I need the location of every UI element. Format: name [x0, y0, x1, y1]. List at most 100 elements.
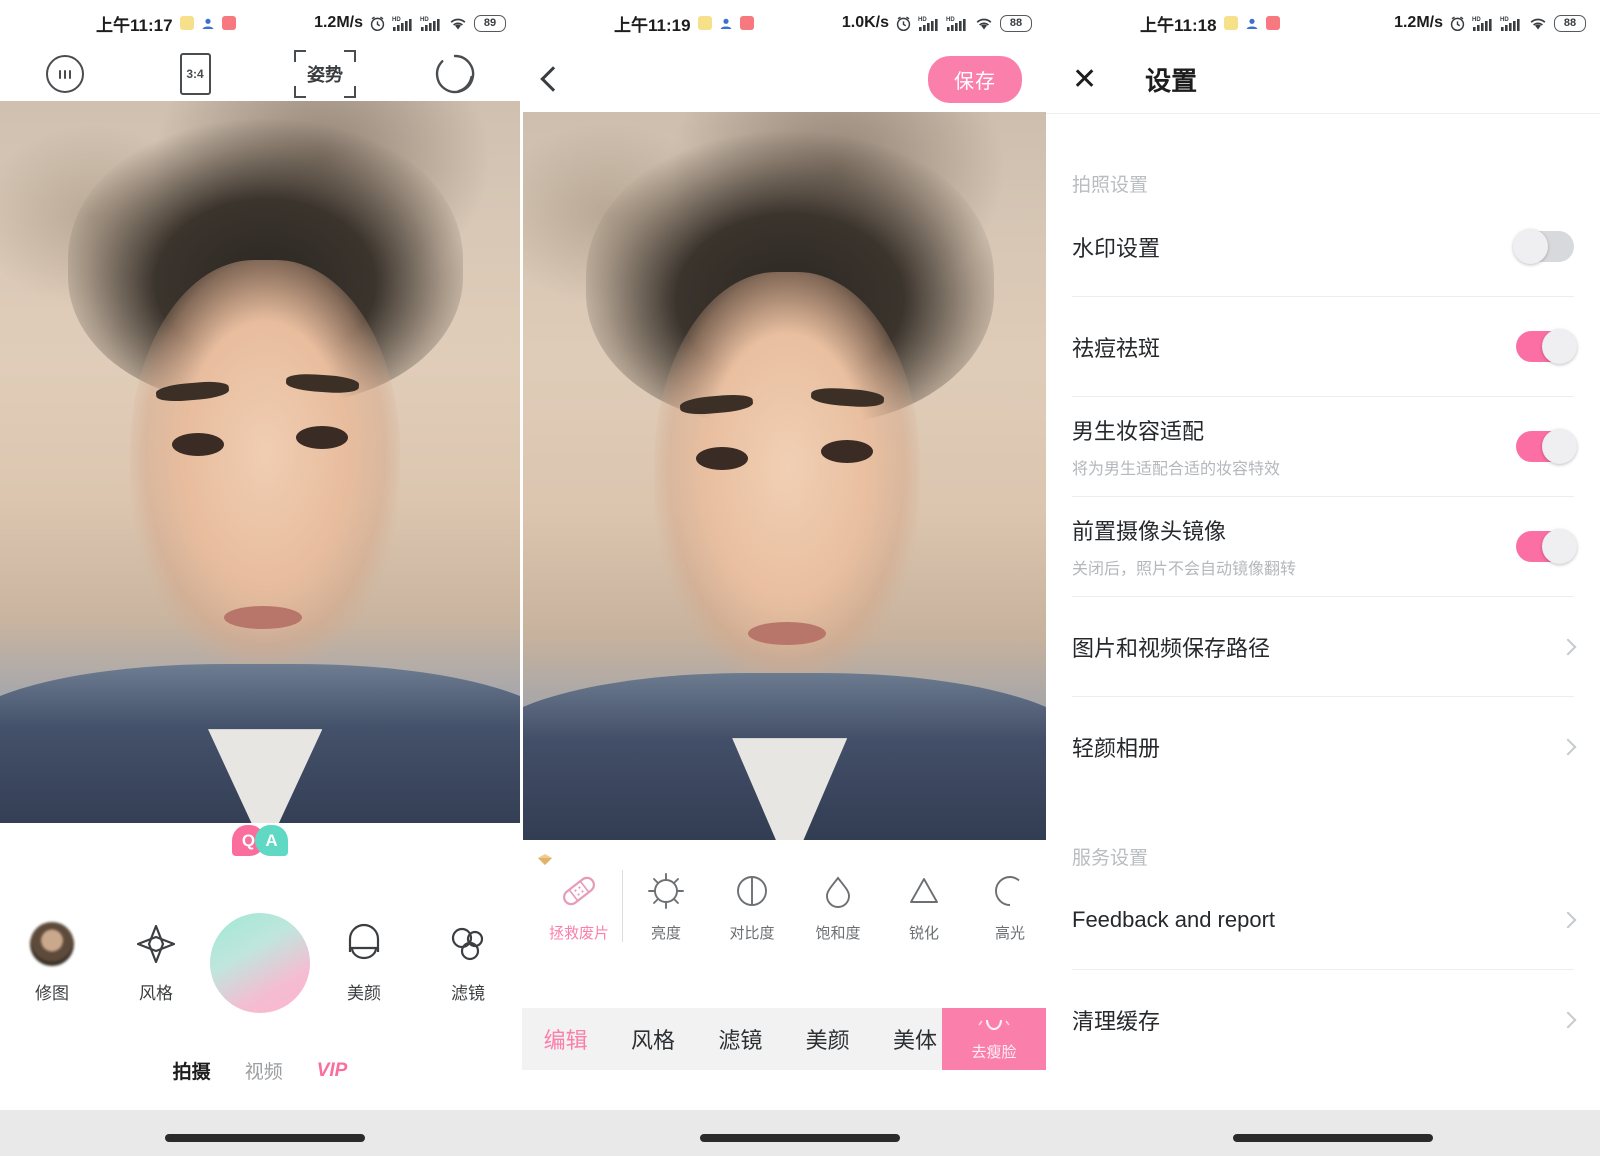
row-title: Feedback and report	[1072, 906, 1276, 932]
pose-button[interactable]: 姿势	[260, 50, 390, 98]
tab-photo[interactable]: 拍摄	[173, 1057, 211, 1084]
notif-icon-red	[739, 16, 754, 30]
notif-icon-red	[221, 16, 236, 30]
wifi-icon	[1530, 18, 1546, 29]
vip-gem-icon	[538, 854, 552, 865]
adjust-highlight[interactable]: 高光	[967, 852, 1046, 943]
battery-indicator: 88	[1554, 14, 1586, 32]
eye-right	[296, 425, 349, 449]
slim-face-button[interactable]: 去瘦脸	[942, 1008, 1046, 1070]
camera-preview-image[interactable]	[0, 101, 520, 823]
settings-row-save-path[interactable]: 图片和视频保存路径	[1072, 597, 1577, 697]
toggle-watermark[interactable]	[1513, 229, 1574, 264]
row-control[interactable]	[1513, 229, 1574, 264]
qa-badge-a: A	[255, 825, 288, 856]
status-left-group-editor: 上午11:19	[614, 11, 754, 36]
home-indicator-1[interactable]	[165, 1134, 365, 1142]
photo-thumbnail-icon	[30, 922, 74, 966]
adjust-contrast[interactable]: 对比度	[709, 852, 795, 943]
three-dots-circle-icon	[46, 55, 84, 93]
row-control[interactable]	[1516, 429, 1577, 464]
settings-row-album[interactable]: 轻颜相册	[1072, 697, 1577, 797]
settings-group-label-service: 服务设置	[1072, 848, 1149, 869]
adjust-label: 对比度	[729, 925, 775, 942]
tab-beauty[interactable]: 美颜	[784, 1023, 871, 1055]
camera-menu-button[interactable]	[0, 55, 130, 93]
wifi-icon	[976, 18, 992, 29]
adjust-rescue-photo[interactable]: 拯救废片	[536, 852, 622, 943]
tab-vip[interactable]: VIP	[317, 1060, 348, 1082]
row-control[interactable]	[1559, 638, 1577, 655]
adjust-brightness[interactable]: 亮度	[623, 852, 709, 943]
settings-row-front-mirror[interactable]: 前置摄像头镜像 关闭后，照片不会自动镜像翻转	[1072, 497, 1577, 597]
style-label: 风格	[139, 984, 173, 1003]
toggle-front-mirror[interactable]	[1516, 529, 1577, 564]
signal-icon-1: HD	[918, 17, 938, 31]
contrast-icon	[737, 876, 767, 906]
editor-tab-bar: 编辑 风格 滤镜 美颜 美体 x 去瘦脸	[522, 1008, 1046, 1070]
qa-badge[interactable]: Q A	[232, 825, 288, 856]
bracket-br	[344, 86, 356, 98]
beauty-button[interactable]: 美颜	[321, 922, 407, 1004]
row-control[interactable]	[1516, 329, 1577, 364]
tab-video[interactable]: 视频	[245, 1057, 283, 1084]
svg-text:HD: HD	[392, 17, 401, 23]
settings-header: ✕ 设置	[1046, 46, 1600, 114]
row-control[interactable]	[1559, 1011, 1577, 1029]
adjust-saturation[interactable]: 饱和度	[795, 852, 881, 943]
tab-edit[interactable]: 编辑	[522, 1023, 609, 1055]
home-indicator-2[interactable]	[700, 1134, 900, 1142]
toggle-male-makeup[interactable]	[1516, 429, 1577, 464]
camera-top-toolbar: 3:4 姿势	[0, 46, 520, 102]
filter-button[interactable]: 滤镜	[425, 922, 511, 1004]
settings-row-watermark[interactable]: 水印设置	[1072, 197, 1574, 297]
svg-text:HD: HD	[420, 17, 429, 23]
back-chevron-icon[interactable]	[540, 66, 566, 92]
close-x-icon[interactable]: ✕	[1072, 64, 1097, 95]
alarm-icon	[896, 16, 911, 31]
shutter-button[interactable]	[210, 913, 310, 1013]
settings-row-acne-removal[interactable]: 祛痘祛斑	[1072, 297, 1577, 397]
tab-filter[interactable]: 滤镜	[697, 1023, 784, 1055]
face-beauty-icon	[348, 923, 380, 960]
svg-text:HD: HD	[946, 17, 955, 23]
svg-text:HD: HD	[1500, 17, 1509, 23]
editor-panel: 上午11:19 1.0K/s HD HD 88 保存 拯救废片 亮度 对比度 饱…	[522, 0, 1046, 1110]
row-control[interactable]	[1559, 911, 1577, 928]
camera-flip-button[interactable]	[390, 52, 520, 96]
network-speed: 1.2M/s	[314, 14, 363, 31]
adjustment-row[interactable]: 拯救废片 亮度 对比度 饱和度 锐化 高光	[522, 852, 1046, 952]
row-control[interactable]	[1516, 529, 1577, 564]
status-time: 上午11:19	[614, 15, 691, 35]
slim-face-label: 去瘦脸	[971, 1043, 1017, 1061]
filter-circles-icon	[451, 927, 484, 961]
row-title: 轻颜相册	[1072, 736, 1161, 761]
retouch-button[interactable]: 修图	[9, 922, 95, 1004]
sharpen-triangle-icon	[910, 878, 938, 903]
row-title: 清理缓存	[1072, 1009, 1161, 1034]
settings-row-male-makeup[interactable]: 男生妆容适配 将为男生适配合适的妆容特效	[1072, 397, 1577, 497]
row-subtitle: 将为男生适配合适的妆容特效	[1072, 461, 1281, 478]
adjust-sharpen[interactable]: 锐化	[881, 852, 967, 943]
toggle-acne-removal[interactable]	[1516, 329, 1577, 364]
save-button[interactable]: 保存	[928, 55, 1022, 103]
adjust-label: 拯救废片	[548, 925, 609, 942]
chevron-right-icon	[1559, 638, 1577, 655]
editor-preview-image[interactable]	[523, 112, 1046, 840]
settings-row-feedback[interactable]: Feedback and report	[1072, 870, 1577, 970]
notif-icon-blue	[201, 16, 215, 30]
filter-label: 滤镜	[451, 984, 485, 1003]
row-control[interactable]	[1559, 738, 1577, 756]
settings-list[interactable]: 拍照设置 水印设置 祛痘祛斑 男生妆容适配 将为男生适配合适的妆容特效 前置摄像…	[1046, 115, 1600, 1110]
home-indicator-3[interactable]	[1233, 1134, 1433, 1142]
toggle-knob	[1513, 229, 1548, 264]
settings-row-clear-cache[interactable]: 清理缓存	[1072, 970, 1577, 1070]
toggle-knob	[1542, 329, 1577, 364]
mouth-region	[747, 621, 827, 645]
person-glyph	[720, 18, 731, 29]
signal-icon-2: HD	[946, 17, 966, 31]
tab-style[interactable]: 风格	[609, 1023, 696, 1055]
adjust-label: 锐化	[908, 925, 939, 942]
aspect-ratio-button[interactable]: 3:4	[130, 53, 260, 95]
style-button[interactable]: 风格	[113, 922, 199, 1004]
